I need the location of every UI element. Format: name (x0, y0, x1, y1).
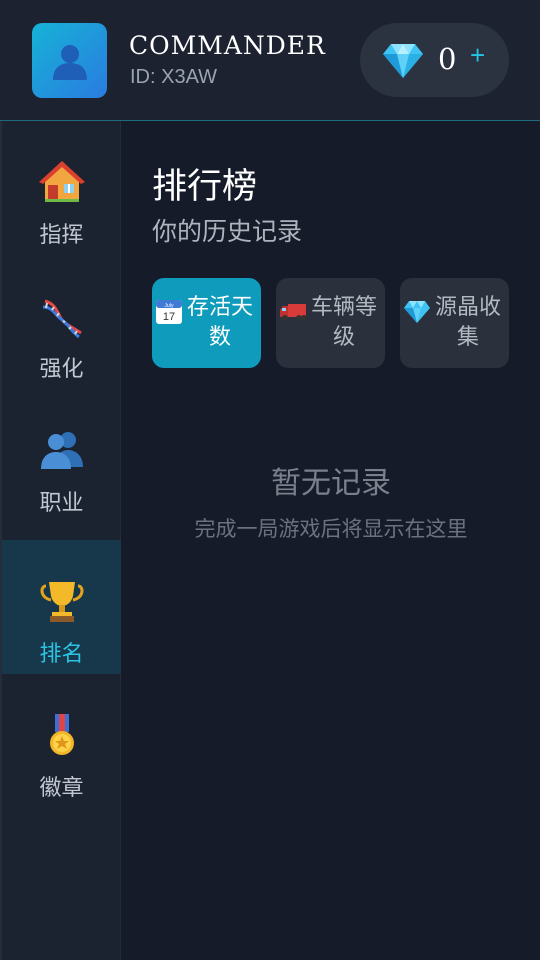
tab-label: 车辆等级 (310, 295, 377, 350)
dna-icon (42, 299, 82, 339)
tab-vehicle-level[interactable]: 车辆等级 (276, 278, 385, 368)
top-header: COMMANDER ID: X3AW 0 + (0, 0, 540, 121)
sidebar-item-label: 徽章 (39, 776, 84, 801)
house-icon (39, 161, 85, 202)
people-icon (41, 432, 83, 469)
gem-icon (404, 301, 430, 323)
sidebar-item-badges[interactable]: 徽章 (2, 674, 121, 808)
sidebar: 指挥 强化 职业 排名 徽章 (0, 121, 121, 960)
sidebar-item-upgrade[interactable]: 强化 (2, 255, 121, 389)
empty-state-title: 暂无记录 (271, 466, 391, 501)
sidebar-item-label: 排名 (39, 642, 84, 667)
avatar[interactable] (32, 23, 107, 98)
truck-icon (280, 304, 307, 321)
diamond-icon (383, 44, 423, 78)
calendar-icon: July 17 (156, 300, 182, 324)
trophy-icon (40, 582, 84, 622)
tab-label: 存活天数 (186, 295, 253, 350)
gem-count: 0 (438, 42, 457, 76)
user-icon (52, 44, 87, 80)
medal-icon (50, 714, 74, 755)
app-root: COMMANDER ID: X3AW 0 + 指挥 强化 职业 排名 徽章 排行… (0, 0, 540, 960)
empty-state-subtitle: 完成一局游戏后将显示在这里 (194, 517, 468, 541)
tab-survival-days[interactable]: July 17 存活天数 (152, 278, 261, 368)
sidebar-item-command[interactable]: 指挥 (2, 121, 121, 255)
gem-balance[interactable] (360, 23, 509, 97)
sidebar-item-label: 强化 (39, 357, 84, 382)
tab-label: 源晶收集 (434, 295, 501, 350)
tab-crystal-collection[interactable]: 源晶收集 (400, 278, 509, 368)
page-subtitle: 你的历史记录 (152, 217, 303, 246)
calendar-day: 17 (163, 311, 175, 323)
add-gems-button[interactable]: + (470, 42, 485, 68)
sidebar-item-class[interactable]: 职业 (2, 389, 121, 523)
sidebar-item-label: 职业 (39, 491, 84, 516)
page-title: 排行榜 (152, 167, 258, 207)
sidebar-item-ranking[interactable]: 排名 (2, 540, 121, 674)
player-id: ID: X3AW (130, 66, 218, 88)
player-name: COMMANDER (129, 31, 326, 60)
sidebar-item-label: 指挥 (39, 223, 84, 248)
calendar-month: July (165, 303, 174, 309)
